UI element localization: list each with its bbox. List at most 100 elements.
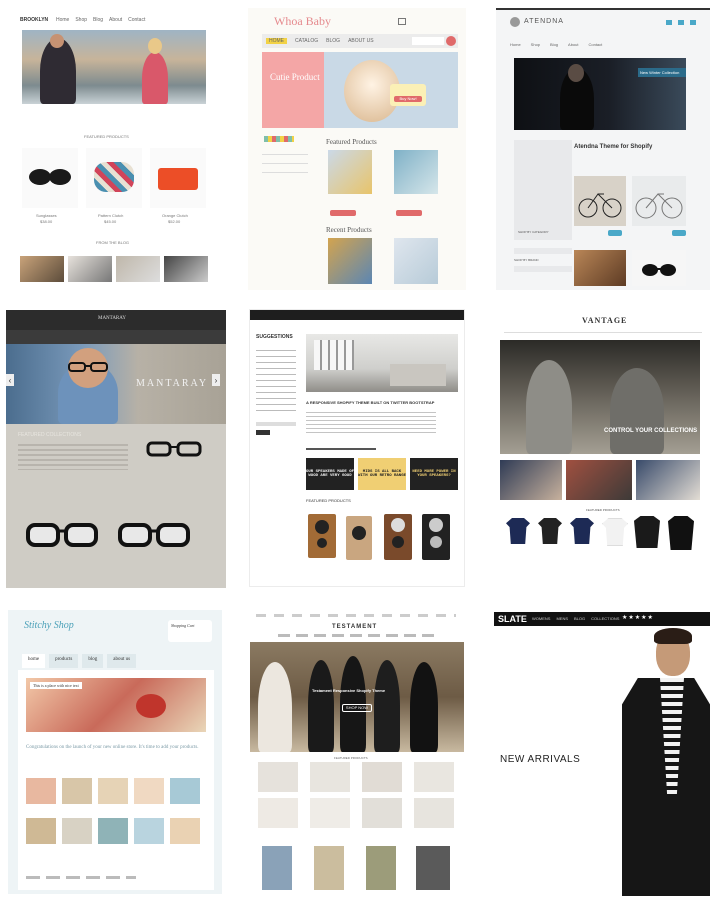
promo-tile[interactable]: MIDS IS ALL BACK WITH OUR RETRO RANGE — [358, 458, 406, 490]
product-card-speaker[interactable] — [308, 514, 336, 558]
product-card-speaker[interactable] — [384, 514, 412, 560]
nav-item[interactable]: BLOG — [574, 616, 585, 621]
product-card[interactable] — [394, 238, 438, 284]
nav-item[interactable]: HOME — [266, 38, 287, 44]
product-thumb[interactable] — [170, 778, 200, 804]
product-card[interactable] — [574, 176, 626, 226]
product-jacket[interactable] — [634, 516, 660, 548]
theme-preview-whoa-baby[interactable]: Whoa Baby HOME CATALOG BLOG ABOUT US Cut… — [248, 8, 466, 290]
search-input[interactable] — [412, 37, 444, 45]
shop-now-button[interactable]: SHOP NOW — [342, 704, 372, 712]
nav-item[interactable]: Shop — [75, 17, 87, 23]
lookbook-thumb[interactable] — [636, 460, 700, 500]
product-thumb[interactable] — [134, 818, 164, 844]
buy-button[interactable] — [608, 230, 622, 236]
lookbook-thumb[interactable] — [500, 460, 562, 500]
subscribe-button[interactable] — [256, 430, 270, 435]
theme-preview-mantaray[interactable]: MANTARAY MANTARAY ‹ › FEATURED COLLECTIO… — [6, 310, 226, 588]
product-thumb[interactable] — [414, 798, 454, 828]
product-pants[interactable] — [314, 846, 344, 890]
product-thumb[interactable] — [26, 778, 56, 804]
tab-about[interactable]: about us — [107, 654, 137, 668]
blog-thumb[interactable] — [164, 256, 208, 282]
nav-item[interactable]: Contact — [588, 42, 602, 47]
header-buttons[interactable] — [666, 20, 696, 25]
nav-item[interactable]: About — [568, 42, 578, 47]
product-thumb[interactable] — [62, 818, 92, 844]
blog-thumb[interactable] — [116, 256, 160, 282]
product-thumb[interactable] — [258, 762, 298, 792]
nav-item[interactable]: About — [109, 17, 122, 23]
product-tshirt[interactable] — [506, 518, 530, 544]
sidebar-select[interactable] — [514, 266, 572, 272]
product-thumb[interactable] — [362, 762, 402, 792]
tab-blog[interactable]: blog — [82, 654, 104, 668]
cart-icon[interactable] — [398, 18, 406, 25]
product-thumb[interactable] — [170, 818, 200, 844]
nav-item[interactable]: Blog — [93, 17, 103, 23]
lookbook-thumb[interactable] — [566, 460, 632, 500]
tab-products[interactable]: products — [49, 654, 79, 668]
slider-next-button[interactable]: › — [212, 374, 220, 386]
product-card[interactable] — [22, 148, 78, 208]
product-tshirt[interactable] — [570, 518, 594, 544]
product-thumb[interactable] — [62, 778, 92, 804]
sidebar-select[interactable] — [514, 248, 572, 254]
product-thumb[interactable] — [98, 778, 128, 804]
promo-tile[interactable]: OUR SPEAKERS MADE OF WOOD ARE VERY GOOD — [306, 458, 354, 490]
slider-prev-button[interactable]: ‹ — [6, 374, 14, 386]
nav-item[interactable]: Home — [56, 17, 69, 23]
cart-widget[interactable]: Shopping Cart — [168, 620, 212, 642]
product-pants[interactable] — [366, 846, 396, 890]
product-thumb[interactable] — [414, 762, 454, 792]
theme-preview-testament[interactable]: TESTAMENT Testament Responsive Shopify T… — [248, 610, 464, 894]
product-card[interactable] — [632, 176, 686, 226]
tab-home[interactable]: home — [22, 654, 46, 668]
nav-item[interactable]: Blog — [550, 42, 558, 47]
product-thumb[interactable] — [362, 798, 402, 828]
product-jacket[interactable] — [668, 516, 694, 550]
nav-item[interactable]: Contact — [128, 17, 145, 23]
product-card-speaker[interactable] — [422, 514, 450, 560]
nav-item[interactable]: ABOUT US — [348, 38, 373, 44]
nav-item[interactable]: COLLECTIONS — [591, 616, 619, 621]
nav-item[interactable]: Shop — [531, 42, 540, 47]
nav-item[interactable]: CATALOG — [295, 38, 318, 44]
nav-item[interactable]: MENS — [556, 616, 568, 621]
theme-preview-atendna[interactable]: ATENDNA Home Shop Blog About Contact New… — [496, 8, 710, 290]
product-card[interactable] — [328, 238, 372, 284]
product-card[interactable] — [632, 250, 686, 286]
newsletter-input[interactable] — [256, 422, 296, 426]
blog-thumb[interactable] — [68, 256, 112, 282]
product-thumb[interactable] — [310, 798, 350, 828]
product-name[interactable]: Sunglasses — [36, 213, 57, 218]
product-card-speaker[interactable] — [346, 516, 372, 560]
product-card[interactable] — [86, 148, 142, 208]
product-tshirt[interactable] — [538, 518, 562, 544]
search-button[interactable] — [446, 36, 456, 46]
product-card[interactable] — [150, 148, 206, 208]
product-jeans[interactable] — [262, 846, 292, 890]
product-tshirt[interactable] — [416, 846, 450, 890]
product-thumb[interactable] — [98, 818, 128, 844]
theme-preview-stitchy-shop[interactable]: Stitchy Shop Shopping Cart home products… — [8, 610, 222, 894]
nav-item[interactable]: WOMENS — [532, 616, 550, 621]
buy-button[interactable] — [672, 230, 686, 236]
product-card[interactable] — [394, 150, 438, 194]
nav-item[interactable]: BLOG — [326, 38, 340, 44]
theme-preview-suggestions[interactable]: SUGGESTIONS A RESPONSIVE SHOPIFY THEME B… — [250, 310, 464, 586]
product-thumb[interactable] — [134, 778, 164, 804]
product-name[interactable]: Orange Clutch — [162, 213, 188, 218]
nav-item[interactable]: Home — [510, 42, 521, 47]
product-thumb[interactable] — [258, 798, 298, 828]
product-thumb[interactable] — [310, 762, 350, 792]
add-to-cart-button[interactable] — [330, 210, 356, 216]
product-thumb[interactable] — [26, 818, 56, 844]
blog-thumb[interactable] — [20, 256, 64, 282]
product-name[interactable]: Pattern Clutch — [98, 213, 123, 218]
product-card[interactable] — [328, 150, 372, 194]
add-to-cart-button[interactable] — [396, 210, 422, 216]
product-card[interactable] — [574, 250, 626, 286]
theme-preview-brooklyn[interactable]: BROOKLYN Home Shop Blog About Contact FE… — [14, 8, 220, 290]
product-tshirt[interactable] — [602, 518, 628, 546]
